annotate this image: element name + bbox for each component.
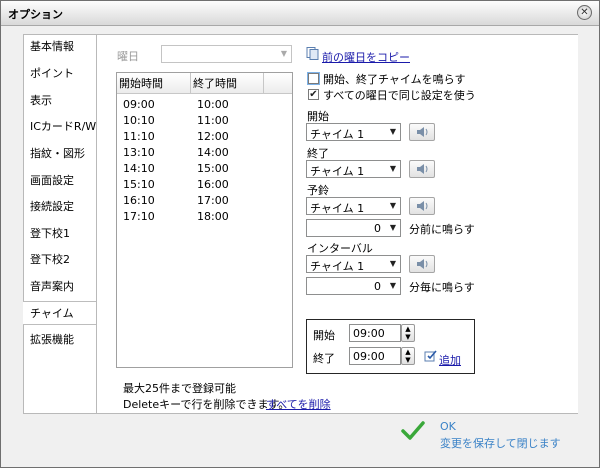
- nav-item-ic-card[interactable]: ICカードR/W: [30, 115, 96, 139]
- check-icon: [400, 420, 426, 442]
- same-all-days-label[interactable]: すべての曜日で同じ設定を使う: [323, 87, 476, 103]
- warning-chime-label: 予鈴: [307, 184, 329, 197]
- row-start-time[interactable]: 16:10: [123, 194, 155, 207]
- warning-minutes-value: 0: [374, 222, 381, 235]
- start-chime-value: チャイム 1: [310, 128, 365, 141]
- delete-all-link[interactable]: すべてを削除: [266, 396, 331, 412]
- add-start-label: 開始: [313, 329, 335, 342]
- nav-item-attendance-1[interactable]: 登下校1: [30, 222, 96, 246]
- row-end-time[interactable]: 11:00: [197, 114, 229, 127]
- nav-item-attendance-2[interactable]: 登下校2: [30, 248, 96, 272]
- nav-item-fingerprint[interactable]: 指紋・図形: [30, 142, 96, 166]
- ok-description[interactable]: 変更を保存して閉じます: [440, 435, 561, 451]
- row-start-time[interactable]: 11:10: [123, 130, 155, 143]
- weekday-select[interactable]: ▼: [161, 45, 292, 63]
- delete-key-note: Deleteキーで行を削除できます。: [123, 398, 290, 411]
- nav-item-connection[interactable]: 接続設定: [30, 195, 96, 219]
- ring-start-end-label[interactable]: 開始、終了チャイムを鳴らす: [323, 71, 465, 87]
- play-start-chime-button[interactable]: [409, 123, 435, 141]
- column-header-end[interactable]: 終了時間: [191, 73, 264, 94]
- row-start-time[interactable]: 09:00: [123, 98, 155, 111]
- speaker-icon: [417, 127, 428, 137]
- end-chime-value: チャイム 1: [310, 165, 365, 178]
- row-start-time[interactable]: 13:10: [123, 146, 155, 159]
- row-start-time[interactable]: 14:10: [123, 162, 155, 175]
- interval-minutes-select[interactable]: 0 ▼: [306, 277, 401, 295]
- copy-previous-day-link[interactable]: 前の曜日をコピー: [322, 49, 410, 65]
- interval-chime-label: インターバル: [307, 242, 373, 255]
- nav-item-voice[interactable]: 音声案内: [30, 275, 96, 299]
- ok-label[interactable]: OK: [440, 420, 456, 433]
- row-end-time[interactable]: 15:00: [197, 162, 229, 175]
- add-end-label: 終了: [313, 352, 335, 365]
- start-time-spinner[interactable]: ▲ ▼: [401, 324, 415, 342]
- warning-minutes-unit: 分前に鳴らす: [409, 223, 475, 236]
- spin-down-icon[interactable]: ▼: [402, 333, 414, 341]
- chime-time-list[interactable]: 開始時間 終了時間 09:00 10:00 10:10 11:00 11:10 …: [116, 72, 293, 368]
- speaker-icon: [417, 201, 428, 211]
- chevron-down-icon: ▼: [389, 259, 397, 268]
- same-all-days-checkbox[interactable]: ✔: [308, 89, 319, 100]
- add-icon[interactable]: [424, 349, 438, 362]
- end-time-spinner[interactable]: ▲ ▼: [401, 347, 415, 365]
- spin-up-icon[interactable]: ▲: [402, 348, 414, 356]
- nav-item-basic[interactable]: 基本情報: [30, 35, 96, 59]
- end-chime-label: 終了: [307, 147, 329, 160]
- row-end-time[interactable]: 17:00: [197, 194, 229, 207]
- add-start-time-input[interactable]: 09:00: [349, 324, 401, 342]
- chevron-down-icon: ▼: [389, 164, 397, 173]
- play-end-chime-button[interactable]: [409, 160, 435, 178]
- add-link[interactable]: 追加: [439, 352, 461, 368]
- add-end-time-input[interactable]: 09:00: [349, 347, 401, 365]
- chevron-down-icon: ▼: [389, 127, 397, 136]
- interval-minutes-value: 0: [374, 280, 381, 293]
- end-chime-select[interactable]: チャイム 1 ▼: [306, 160, 401, 178]
- row-start-time[interactable]: 10:10: [123, 114, 155, 127]
- close-button[interactable]: ✕: [577, 5, 592, 20]
- weekday-label: 曜日: [117, 50, 139, 63]
- row-end-time[interactable]: 14:00: [197, 146, 229, 159]
- play-warning-chime-button[interactable]: [409, 197, 435, 215]
- column-header-filler: [264, 73, 292, 94]
- start-chime-select[interactable]: チャイム 1 ▼: [306, 123, 401, 141]
- row-end-time[interactable]: 18:00: [197, 210, 229, 223]
- row-start-time[interactable]: 15:10: [123, 178, 155, 191]
- warning-minutes-select[interactable]: 0 ▼: [306, 219, 401, 237]
- copy-icon[interactable]: [306, 47, 320, 60]
- row-end-time[interactable]: 16:00: [197, 178, 229, 191]
- window-title: オプション: [8, 8, 63, 21]
- spin-down-icon[interactable]: ▼: [402, 356, 414, 364]
- interval-minutes-unit: 分毎に鳴らす: [409, 281, 475, 294]
- row-end-time[interactable]: 12:00: [197, 130, 229, 143]
- title-bar: オプション ✕: [1, 1, 599, 26]
- interval-chime-select[interactable]: チャイム 1 ▼: [306, 255, 401, 273]
- nav-item-point[interactable]: ポイント: [30, 62, 96, 86]
- speaker-icon: [417, 164, 428, 174]
- add-start-time-value: 09:00: [353, 327, 385, 340]
- row-end-time[interactable]: 10:00: [197, 98, 229, 111]
- play-interval-chime-button[interactable]: [409, 255, 435, 273]
- warning-chime-value: チャイム 1: [310, 202, 365, 215]
- start-chime-label: 開始: [307, 110, 329, 123]
- chevron-down-icon: ▼: [389, 201, 397, 210]
- warning-chime-select[interactable]: チャイム 1 ▼: [306, 197, 401, 215]
- nav-item-screen[interactable]: 画面設定: [30, 169, 96, 193]
- nav-item-display[interactable]: 表示: [30, 89, 96, 113]
- speaker-icon: [417, 259, 428, 269]
- chevron-down-icon: ▼: [389, 281, 397, 290]
- nav-item-chime[interactable]: チャイム: [23, 301, 96, 325]
- ring-start-end-checkbox[interactable]: [308, 73, 319, 84]
- max-entries-note: 最大25件まで登録可能: [123, 382, 236, 395]
- row-start-time[interactable]: 17:10: [123, 210, 155, 223]
- nav-item-extension[interactable]: 拡張機能: [30, 328, 96, 352]
- close-icon: ✕: [580, 7, 589, 18]
- column-header-start[interactable]: 開始時間: [117, 73, 191, 94]
- checkmark-icon: ✔: [309, 89, 318, 100]
- chevron-down-icon: ▼: [389, 223, 397, 232]
- add-end-time-value: 09:00: [353, 350, 385, 363]
- spin-up-icon[interactable]: ▲: [402, 325, 414, 333]
- interval-chime-value: チャイム 1: [310, 260, 365, 273]
- chevron-down-icon: ▼: [280, 49, 288, 58]
